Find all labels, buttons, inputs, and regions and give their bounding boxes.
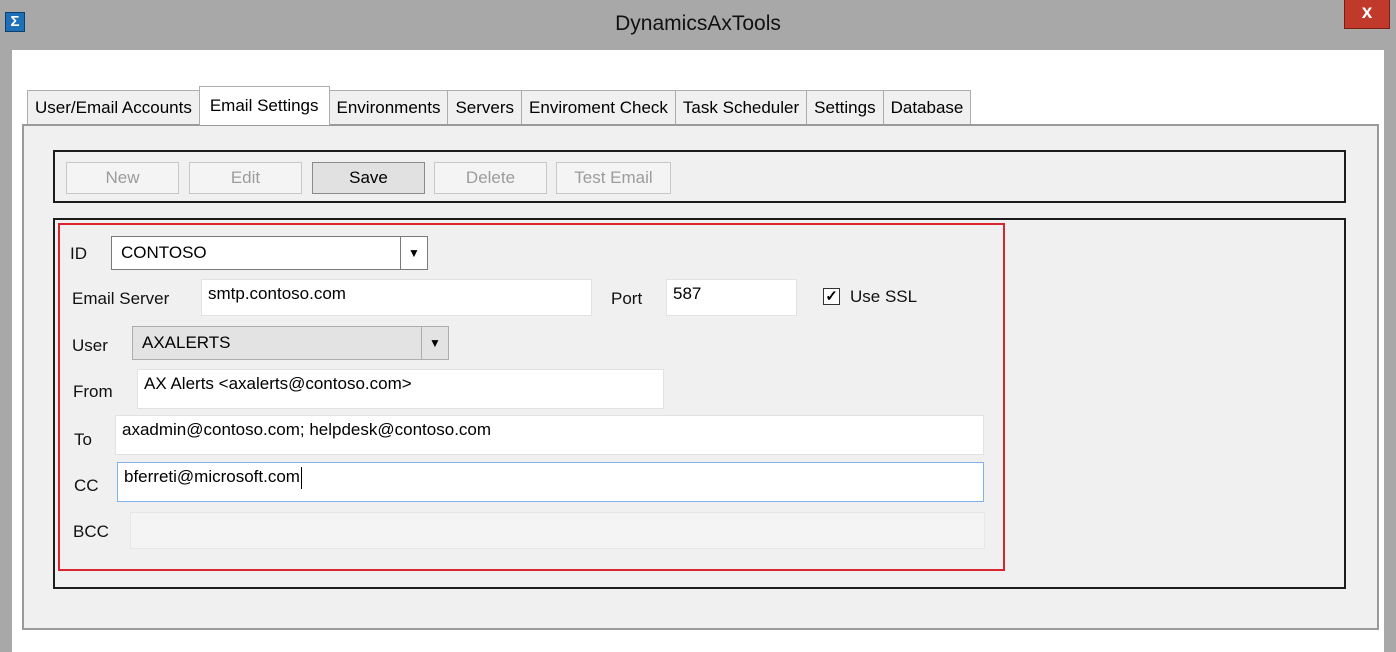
window-title: DynamicsAxTools: [615, 12, 781, 35]
tab-settings[interactable]: Settings: [806, 90, 884, 125]
user-label: User: [72, 336, 108, 355]
close-button[interactable]: x: [1344, 0, 1390, 29]
test-email-button[interactable]: Test Email: [556, 162, 671, 194]
from-label: From: [73, 382, 113, 401]
tab-email-settings[interactable]: Email Settings: [198, 86, 330, 125]
tab-task-scheduler[interactable]: Task Scheduler: [674, 90, 808, 125]
from-input[interactable]: AX Alerts <axalerts@contoso.com>: [137, 369, 664, 409]
email-server-label: Email Server: [72, 289, 170, 308]
edit-button[interactable]: Edit: [189, 162, 302, 194]
email-server-input[interactable]: smtp.contoso.com: [201, 279, 592, 316]
to-input[interactable]: axadmin@contoso.com; helpdesk@contoso.co…: [115, 415, 984, 455]
new-button[interactable]: New: [66, 162, 179, 194]
cc-label: CC: [74, 476, 99, 495]
app-window: Σ DynamicsAxTools x User/Email Accounts …: [0, 0, 1396, 652]
use-ssl-checkbox[interactable]: ✓: [823, 288, 840, 305]
tab-database[interactable]: Database: [882, 90, 972, 125]
delete-button[interactable]: Delete: [434, 162, 547, 194]
to-label: To: [74, 430, 92, 449]
port-label: Port: [611, 289, 643, 308]
email-settings-form: ID CONTOSO ▼ Email Server smtp.contoso.c…: [53, 218, 1346, 589]
cc-value: bferreti@microsoft.com: [124, 467, 300, 486]
bcc-label: BCC: [73, 522, 109, 541]
cc-input[interactable]: bferreti@microsoft.com: [117, 462, 984, 502]
highlight-box: ID CONTOSO ▼ Email Server smtp.contoso.c…: [58, 223, 1005, 571]
text-cursor: [300, 466, 302, 489]
id-combobox[interactable]: CONTOSO ▼: [111, 236, 428, 270]
save-button[interactable]: Save: [312, 162, 425, 194]
title-bar[interactable]: Σ DynamicsAxTools x: [0, 0, 1396, 50]
tab-user-email-accounts[interactable]: User/Email Accounts: [27, 90, 200, 125]
id-value: CONTOSO: [121, 243, 207, 262]
tab-environments[interactable]: Environments: [328, 90, 449, 125]
tab-servers[interactable]: Servers: [447, 90, 523, 125]
id-label: ID: [70, 244, 87, 263]
user-combobox[interactable]: AXALERTS ▼: [132, 326, 449, 360]
user-value: AXALERTS: [142, 333, 231, 352]
tab-strip: User/Email Accounts Email Settings Envir…: [27, 86, 972, 125]
toolbar: New Edit Save Delete Test Email: [53, 150, 1346, 203]
port-input[interactable]: 587: [666, 279, 797, 316]
chevron-down-icon[interactable]: ▼: [421, 327, 448, 359]
use-ssl-label: Use SSL: [850, 287, 918, 306]
chevron-down-icon[interactable]: ▼: [400, 237, 427, 269]
bcc-input[interactable]: [130, 512, 985, 549]
email-settings-panel: New Edit Save Delete Test Email ID CONTO…: [22, 124, 1379, 630]
window-client-area: User/Email Accounts Email Settings Envir…: [12, 50, 1384, 652]
tab-enviroment-check[interactable]: Enviroment Check: [521, 90, 676, 125]
